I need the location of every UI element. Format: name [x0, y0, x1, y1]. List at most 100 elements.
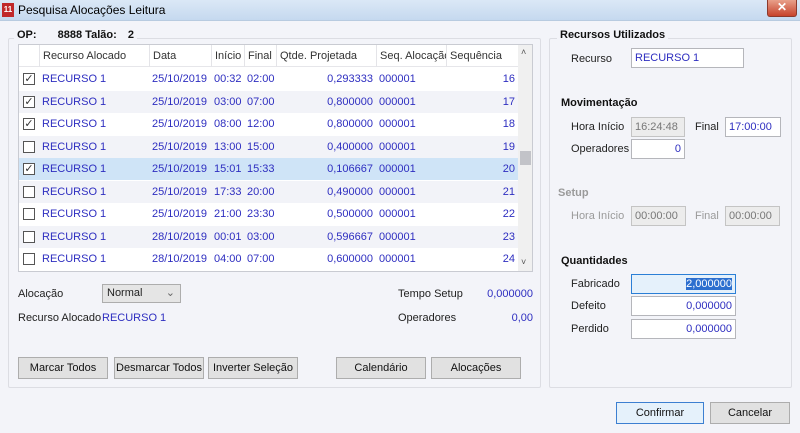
alocacoes-button[interactable]: Alocações	[431, 357, 521, 379]
cell-final: 03:00	[247, 230, 275, 243]
perdido-field[interactable]: 0,000000	[631, 319, 736, 339]
movimentacao-title: Movimentação	[558, 97, 641, 109]
setup-hora-inicio-label: Hora Início	[571, 210, 625, 222]
defeito-label: Defeito	[571, 300, 606, 312]
mov-final-label: Final	[695, 121, 719, 133]
table-row[interactable]: RECURSO 1 28/10/2019 04:00 07:00 0,600000 000…	[19, 248, 518, 270]
perdido-label: Perdido	[571, 323, 609, 335]
tempo-setup-label: Tempo Setup	[398, 288, 463, 300]
scroll-up-icon[interactable]: ˄	[521, 47, 526, 57]
app-logo-icon: 11	[2, 3, 14, 17]
table-row[interactable]: ✓ RECURSO 1 25/10/2019 08:00 12:00 0,800000 00…	[19, 113, 518, 135]
cell-data: 25/10/2019	[152, 118, 208, 130]
row-checkbox[interactable]	[23, 185, 35, 198]
quantidades-title: Quantidades	[558, 255, 631, 267]
scroll-down-icon[interactable]: ˅	[521, 257, 526, 267]
inverter-selecao-button[interactable]: Inverter Seleção	[208, 357, 298, 379]
alocacao-label: Alocação	[18, 288, 64, 300]
mov-final-field[interactable]: 17:00:00	[725, 117, 781, 137]
cell-inicio: 00:32	[214, 73, 242, 85]
cell-qtde: 0,400000	[327, 140, 373, 153]
row-checkbox[interactable]	[23, 230, 35, 243]
mov-operadores-field[interactable]: 0	[631, 139, 685, 159]
desmarcar-todos-button[interactable]: Desmarcar Todos	[114, 357, 204, 379]
cell-seq-aloc: 000001	[379, 185, 416, 198]
row-checkbox[interactable]: ✓	[23, 73, 35, 85]
table-row[interactable]: ✓ RECURSO 1 25/10/2019 00:32 02:00 0,293333 00…	[19, 68, 518, 90]
setup-final-field[interactable]: 00:00:00	[725, 206, 780, 226]
cell-recurso: RECURSO 1	[42, 253, 107, 265]
cell-qtde: 0,600000	[327, 253, 373, 265]
cell-final: 07:00	[247, 95, 275, 108]
row-checkbox[interactable]	[23, 208, 35, 220]
column-header[interactable]: Data	[149, 45, 211, 67]
cell-data: 25/10/2019	[152, 208, 208, 220]
cell-seq-aloc: 000001	[379, 208, 416, 220]
close-icon[interactable]: ✕	[767, 0, 797, 17]
fabricado-field[interactable]: 2,000000	[631, 274, 736, 294]
table-row[interactable]: RECURSO 1 25/10/2019 13:00 15:00 0,400000 000…	[19, 135, 518, 158]
row-checkbox[interactable]: ✓	[23, 163, 35, 175]
table-row[interactable]: ✓ RECURSO 1 25/10/2019 15:01 15:33 0,106667 00…	[19, 158, 518, 180]
cell-inicio: 17:33	[214, 185, 242, 198]
scroll-thumb[interactable]	[520, 151, 531, 165]
column-header[interactable]: Final	[244, 45, 276, 67]
cell-seq-aloc: 000001	[379, 95, 416, 108]
table-row[interactable]: ✓ RECURSO 1 25/10/2019 03:00 07:00 0,800000 00…	[19, 90, 518, 113]
cell-seq-aloc: 000001	[379, 253, 416, 265]
cell-qtde: 0,106667	[327, 163, 373, 175]
recurso-field[interactable]: RECURSO 1	[631, 48, 744, 68]
column-header[interactable]: Seq. Alocação	[376, 45, 446, 67]
column-header[interactable]: Início	[211, 45, 244, 67]
mov-hora-inicio-field[interactable]: 16:24:48	[631, 117, 685, 137]
recurso-alocado-label: Recurso Alocado	[18, 312, 102, 324]
row-checkbox[interactable]	[23, 140, 35, 153]
cell-qtde: 0,293333	[327, 73, 373, 85]
vertical-scrollbar[interactable]: ˄ ˅	[518, 45, 532, 271]
cell-data: 25/10/2019	[152, 163, 208, 175]
operadores-label: Operadores	[398, 312, 457, 324]
column-header[interactable]: Recurso Alocado	[39, 45, 149, 67]
cell-seq: 19	[502, 140, 515, 153]
cell-data: 25/10/2019	[152, 73, 208, 85]
cell-seq: 21	[502, 185, 515, 198]
cell-qtde: 0,500000	[327, 208, 373, 220]
recursos-title: Recursos Utilizados	[557, 29, 669, 41]
column-header[interactable]: Sequência	[446, 45, 518, 67]
cell-final: 07:00	[247, 253, 275, 265]
cell-seq-aloc: 000001	[379, 163, 416, 175]
table-row[interactable]: RECURSO 1 28/10/2019 00:01 03:00 0,596667 000…	[19, 225, 518, 248]
talao-label: Talão:	[85, 29, 117, 41]
calendario-button[interactable]: Calendário	[336, 357, 426, 379]
cell-inicio: 21:00	[214, 208, 242, 220]
tempo-setup-value: 0,000000	[487, 288, 533, 300]
cell-inicio: 00:01	[214, 230, 242, 243]
table-row[interactable]: RECURSO 1 25/10/2019 21:00 23:30 0,500000 000…	[19, 203, 518, 225]
confirmar-button[interactable]: Confirmar	[616, 402, 704, 424]
fabricado-value: 2,000000	[686, 278, 732, 290]
setup-hora-inicio-field[interactable]: 00:00:00	[631, 206, 686, 226]
row-checkbox[interactable]: ✓	[23, 95, 35, 108]
cell-data: 25/10/2019	[152, 95, 208, 108]
cancelar-button[interactable]: Cancelar	[710, 402, 790, 424]
row-checkbox[interactable]: ✓	[23, 118, 35, 130]
cell-seq-aloc: 000001	[379, 230, 416, 243]
cell-seq-aloc: 000001	[379, 73, 416, 85]
row-checkbox[interactable]	[23, 253, 35, 265]
allocations-grid: Recurso Alocado Data Início Final Qtde. Proj…	[18, 44, 533, 272]
cell-data: 28/10/2019	[152, 230, 208, 243]
column-header[interactable]: Qtde. Projetada	[276, 45, 376, 67]
table-row[interactable]: RECURSO 1 25/10/2019 17:33 20:00 0,490000 000…	[19, 180, 518, 203]
cell-recurso: RECURSO 1	[42, 185, 107, 198]
cell-inicio: 13:00	[214, 140, 242, 153]
cell-recurso: RECURSO 1	[42, 163, 107, 175]
alocacao-select[interactable]: Normal ⌄	[102, 284, 181, 303]
cell-recurso: RECURSO 1	[42, 230, 107, 243]
alocacao-value: Normal	[107, 287, 143, 299]
cell-seq: 17	[502, 95, 515, 108]
chevron-down-icon: ⌄	[165, 287, 175, 299]
recurso-alocado-value: RECURSO 1	[102, 312, 167, 324]
defeito-field[interactable]: 0,000000	[631, 296, 736, 316]
marcar-todos-button[interactable]: Marcar Todos	[18, 357, 108, 379]
recurso-label: Recurso	[571, 53, 612, 65]
